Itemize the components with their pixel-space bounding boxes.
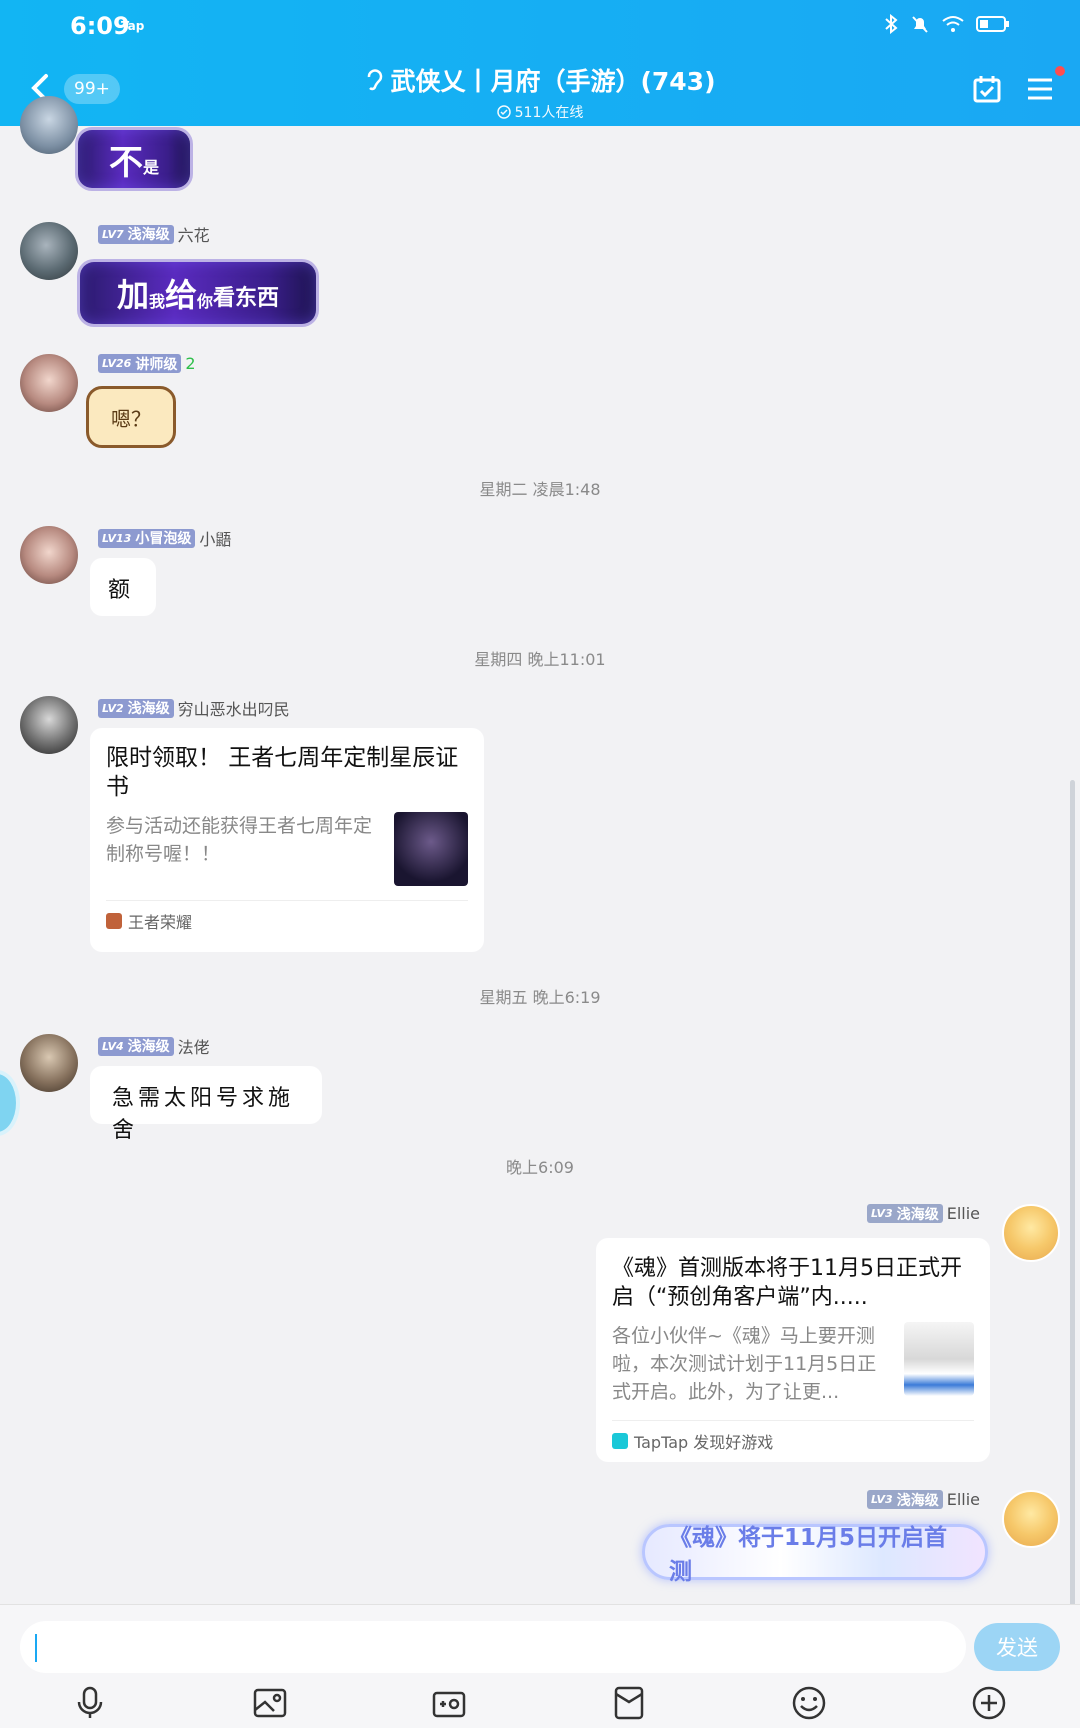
hamburger-menu-icon[interactable] <box>1025 74 1055 104</box>
chat-title-area[interactable]: 武侠乂丨月府（手游）(743) 511人在线 <box>0 62 1080 123</box>
sender-name: 法佬 <box>177 1038 210 1057</box>
sender-row: LV3 浅海级 Ellie <box>867 1490 980 1509</box>
sender-name: 六花 <box>177 226 210 245</box>
card-description: 参与活动还能获得王者七周年定制称号喔！！ <box>106 815 373 865</box>
sender-name: 穷山恶水出叼民 <box>177 700 290 719</box>
avatar[interactable] <box>20 1034 78 1092</box>
sender-name: 小鼯 <box>199 530 232 549</box>
level-badge: LV4 浅海级 <box>98 1036 174 1056</box>
message-input[interactable] <box>20 1621 966 1673</box>
card-description: 各位小伙伴~《魂》马上要开测啦，本次测试计划于11月5日正式开启。此外，为了让更… <box>612 1325 877 1403</box>
status-icons <box>884 14 1010 34</box>
scrollbar[interactable] <box>1070 780 1075 1610</box>
status-carrier-tag: Tap <box>121 19 145 33</box>
self-avatar[interactable] <box>1002 1490 1060 1548</box>
avatar[interactable] <box>20 222 78 280</box>
chat-title: 武侠乂丨月府（手游）(743) <box>390 67 716 96</box>
sender-row: LV7 浅海级 六花 <box>98 222 210 246</box>
mute-bell-icon <box>912 16 928 33</box>
text-message[interactable]: 额 <box>90 558 156 616</box>
card-thumbnail <box>904 1322 974 1396</box>
text-message[interactable]: 急需太阳号求施舍 <box>90 1066 322 1143</box>
calendar-check-icon[interactable] <box>972 74 1002 104</box>
red-packet-icon[interactable] <box>611 1685 647 1721</box>
sticker-text-small: 我 <box>148 292 165 311</box>
game-logo-icon <box>106 912 122 929</box>
self-avatar[interactable] <box>1002 1204 1060 1262</box>
level-badge: LV7 浅海级 <box>98 224 174 244</box>
link-card[interactable]: 限时领取！ 王者七周年定制星辰证书 参与活动还能获得王者七周年定制称号喔！！ 王… <box>90 728 484 952</box>
avatar[interactable] <box>20 526 78 584</box>
avatar[interactable] <box>20 696 78 754</box>
timestamp: 星期四 晚上11:01 <box>474 650 606 669</box>
camera-icon[interactable] <box>431 1685 467 1721</box>
timestamp: 晚上6:09 <box>506 1158 574 1177</box>
sticker-text: 加 <box>116 276 149 314</box>
level-badge: LV13 小冒泡级 <box>98 528 196 548</box>
taptap-logo-icon <box>612 1432 628 1449</box>
sticker-text: 嗯？ <box>111 406 151 431</box>
sticker-text-small: 是 <box>142 158 159 177</box>
link-card[interactable]: 《魂》首测版本将于11月5日正式开启（“预创角客户端”内..... 各位小伙伴~… <box>596 1238 990 1462</box>
text-caret <box>35 1634 37 1662</box>
card-source: 王者荣耀 <box>128 912 193 932</box>
online-check-icon <box>496 105 511 119</box>
card-thumbnail <box>394 812 468 886</box>
sender-row: LV26 讲师级 2 <box>98 354 196 373</box>
decorated-text-message[interactable]: 《魂》将于11月5日开启首测 <box>642 1524 988 1585</box>
emoji-icon[interactable] <box>791 1685 827 1721</box>
sticker-message: 不是 <box>78 130 190 188</box>
sender-name: Ellie <box>946 1490 980 1509</box>
card-title: 《魂》首测版本将于11月5日正式开启（“预创角客户端”内..... <box>612 1256 962 1310</box>
card-title: 限时领取！ 王者七周年定制星辰证书 <box>106 745 459 800</box>
timestamp: 星期二 凌晨1:48 <box>479 480 601 499</box>
level-badge: LV3 浅海级 <box>867 1490 943 1509</box>
microphone-icon[interactable] <box>72 1685 108 1721</box>
sender-name: 2 <box>185 354 196 373</box>
chat-header: 6:09 Tap 99+ 武侠乂丨月府（手游）(743) 511人在线 <box>0 0 1080 126</box>
cat-sticker: 嗯？ <box>86 386 176 448</box>
ear-icon <box>368 69 383 91</box>
image-icon[interactable] <box>252 1685 288 1721</box>
bluetooth-icon <box>885 14 898 34</box>
battery-icon <box>976 16 1009 32</box>
input-bar: 发送 <box>0 1604 1080 1728</box>
online-count: 511人在线 <box>514 105 584 121</box>
send-button[interactable]: 发送 <box>974 1623 1060 1671</box>
avatar[interactable] <box>20 354 78 412</box>
sticker-text: 不 <box>108 142 143 183</box>
wifi-icon <box>942 16 964 32</box>
level-badge: LV2 浅海级 <box>98 698 174 718</box>
level-badge: LV26 讲师级 <box>98 354 182 373</box>
sticker-message: 加 我 给 你 看东西 <box>80 262 316 324</box>
timestamp: 星期五 晚上6:19 <box>479 988 601 1007</box>
card-source: TapTap 发现好游戏 <box>634 1432 774 1452</box>
card-footer: TapTap 发现好游戏 <box>612 1420 974 1460</box>
sender-row: LV4 浅海级 法佬 <box>98 1034 210 1058</box>
sticker-text: 看东西 <box>213 286 280 311</box>
floating-assistant-button[interactable] <box>0 1070 20 1136</box>
sticker-text: 给 <box>164 276 197 314</box>
sticker-text-small: 你 <box>197 292 214 311</box>
notification-dot <box>1055 66 1065 76</box>
avatar[interactable] <box>20 96 78 154</box>
card-footer: 王者荣耀 <box>106 900 468 940</box>
sender-name: Ellie <box>946 1204 980 1223</box>
sender-row: LV3 浅海级 Ellie <box>867 1204 980 1223</box>
sender-row: LV2 浅海级 穷山恶水出叼民 <box>98 696 290 720</box>
plus-circle-icon[interactable] <box>971 1685 1007 1721</box>
sender-row: LV13 小冒泡级 小鼯 <box>98 526 231 550</box>
level-badge: LV3 浅海级 <box>867 1204 943 1223</box>
